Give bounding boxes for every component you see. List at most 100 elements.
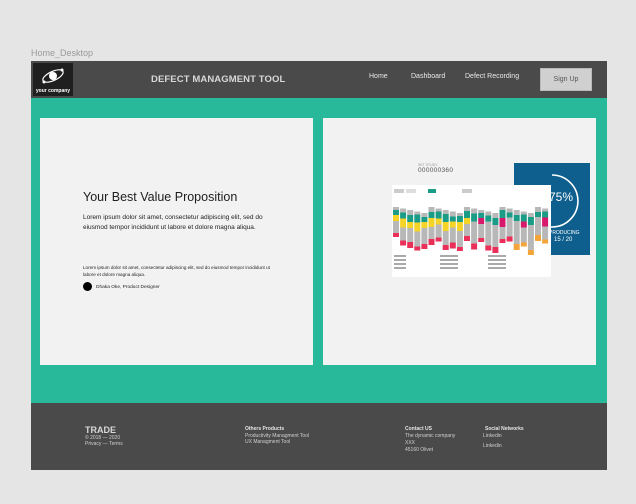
mockup-bar-segment bbox=[492, 225, 499, 231]
mockup-bar-segment bbox=[535, 212, 541, 217]
mockup-bar-segment bbox=[414, 222, 421, 232]
mockup-bar-segment bbox=[449, 227, 456, 243]
mockup-bar-segment bbox=[393, 221, 399, 233]
home-page: your company DEFECT MANAGMENT TOOL Home … bbox=[31, 61, 607, 470]
mockup-bar-segment bbox=[449, 211, 456, 217]
mockup-bar-segment bbox=[520, 221, 527, 228]
mockup-bar-segment bbox=[520, 227, 527, 243]
nav-defect-recording[interactable]: Defect Recording bbox=[465, 73, 519, 80]
mockup-bar-segment bbox=[471, 213, 478, 222]
mockup-bar-segment bbox=[464, 218, 470, 224]
mockup-filter-pill bbox=[428, 189, 436, 193]
mockup-bar-segment bbox=[471, 208, 478, 214]
mockup-bar-segment bbox=[506, 236, 513, 242]
mockup-bar-segment bbox=[520, 242, 527, 247]
mockup-legend-item bbox=[488, 267, 506, 269]
dashboard-mockup: SET STUDY 000000360 75% PRODUCING 15 / 2… bbox=[383, 163, 590, 293]
mockup-legend-item bbox=[488, 263, 506, 265]
mockup-bar-segment bbox=[464, 207, 470, 211]
mockup-bar-segment bbox=[492, 247, 499, 253]
mockup-legend-item bbox=[440, 267, 458, 269]
mockup-bar-segment bbox=[421, 222, 428, 228]
mockup-legend-item bbox=[488, 259, 506, 261]
mockup-bar-segment bbox=[506, 217, 513, 224]
mockup-bar-segment bbox=[471, 221, 478, 231]
footer-linkedin-link[interactable]: Linkedin bbox=[483, 433, 502, 439]
footer-contact-line: The dynamic company bbox=[405, 433, 456, 439]
mockup-chart-panel bbox=[392, 185, 551, 277]
footer-social-heading: Social Networks bbox=[485, 426, 524, 432]
mockup-bar-segment bbox=[456, 213, 463, 216]
mockup-bar-segment bbox=[421, 217, 428, 222]
mockup-bar-segment bbox=[464, 211, 470, 218]
mockup-bar-segment bbox=[542, 226, 549, 240]
mockup-filter-pill bbox=[394, 189, 404, 193]
mockup-bar-segment bbox=[407, 215, 414, 222]
mockup-bar-segment bbox=[535, 207, 541, 212]
mockup-bar-segment bbox=[435, 211, 442, 219]
mockup-bar-segment bbox=[442, 245, 449, 250]
mockup-bar-segment bbox=[513, 210, 520, 215]
mockup-legend-item bbox=[394, 263, 406, 265]
mockup-bar-segment bbox=[520, 211, 527, 215]
mockup-producing-label: PRODUCING bbox=[549, 230, 580, 236]
logo-mark-icon bbox=[42, 68, 64, 84]
footer-linkedin-link[interactable]: Linkedin bbox=[483, 443, 502, 449]
dashboard-preview-card: SET STUDY 000000360 75% PRODUCING 15 / 2… bbox=[323, 118, 596, 365]
mockup-bar-segment bbox=[464, 236, 470, 241]
mockup-bar-segment bbox=[414, 214, 421, 223]
mockup-bar-segment bbox=[400, 218, 407, 228]
mockup-legend-item bbox=[488, 255, 506, 257]
mockup-bar-segment bbox=[535, 223, 541, 235]
nav-dashboard[interactable]: Dashboard bbox=[411, 73, 445, 80]
company-logo[interactable]: your company bbox=[33, 63, 73, 96]
mockup-bar-segment bbox=[542, 217, 549, 227]
logo-text: your company bbox=[35, 88, 71, 94]
mockup-bar-segment bbox=[499, 239, 506, 243]
mockup-bar-segment bbox=[492, 231, 499, 247]
mockup-bar-segment bbox=[414, 246, 421, 251]
mockup-bar-segment bbox=[471, 230, 478, 244]
mockup-bar-segment bbox=[400, 208, 407, 213]
mockup-bar-segment bbox=[492, 213, 499, 218]
mockup-bar-segment bbox=[506, 208, 513, 213]
mockup-bar-segment bbox=[421, 228, 428, 244]
sign-up-button[interactable]: Sign Up bbox=[540, 68, 592, 91]
mockup-bar-segment bbox=[407, 222, 414, 228]
mockup-bar-segment bbox=[506, 212, 513, 218]
mockup-bar-segment bbox=[499, 218, 506, 227]
mockup-bar-segment bbox=[478, 224, 485, 238]
mockup-bar-segment bbox=[542, 239, 549, 244]
mockup-bar-segment bbox=[499, 227, 506, 239]
mockup-bar-segment bbox=[435, 208, 442, 212]
mockup-bar-segment bbox=[456, 231, 463, 247]
frame-label: Home_Desktop bbox=[31, 48, 94, 58]
avatar bbox=[83, 282, 92, 291]
mockup-bar-segment bbox=[428, 239, 435, 245]
mockup-bar-segment bbox=[442, 222, 449, 231]
mockup-bar-segment bbox=[428, 218, 435, 227]
footer-products-heading: Others Products bbox=[245, 426, 285, 432]
mockup-bar-segment bbox=[449, 216, 456, 222]
mockup-bar-segment bbox=[485, 221, 492, 231]
mockup-bar-segment bbox=[499, 210, 506, 218]
mockup-filter-pill bbox=[462, 189, 472, 193]
footer-product-link[interactable]: UX Managment Tool bbox=[245, 439, 290, 445]
mockup-bar-segment bbox=[407, 228, 414, 242]
nav-home[interactable]: Home bbox=[369, 73, 388, 80]
mockup-bar-segment bbox=[400, 240, 407, 246]
mockup-bar-segment bbox=[535, 235, 541, 241]
value-prop-small-text: Lorem ipsum dolor sit amet, consectetur … bbox=[83, 265, 270, 277]
mockup-bar-segment bbox=[414, 231, 421, 247]
footer-legal-link[interactable]: Privacy — Terms bbox=[85, 441, 123, 447]
mockup-bar-segment bbox=[513, 230, 520, 244]
mockup-bar-segment bbox=[393, 207, 399, 210]
mockup-bar-segment bbox=[527, 225, 534, 234]
mockup-bar-segment bbox=[400, 227, 407, 241]
value-proposition-card: Your Best Value Proposition Lorem ipsum … bbox=[40, 118, 313, 365]
mockup-filter-pill bbox=[406, 189, 416, 193]
mockup-bar-segment bbox=[407, 210, 414, 215]
mockup-bar-segment bbox=[442, 210, 449, 214]
mockup-bar-segment bbox=[513, 221, 520, 230]
mockup-bar-segment bbox=[520, 214, 527, 222]
